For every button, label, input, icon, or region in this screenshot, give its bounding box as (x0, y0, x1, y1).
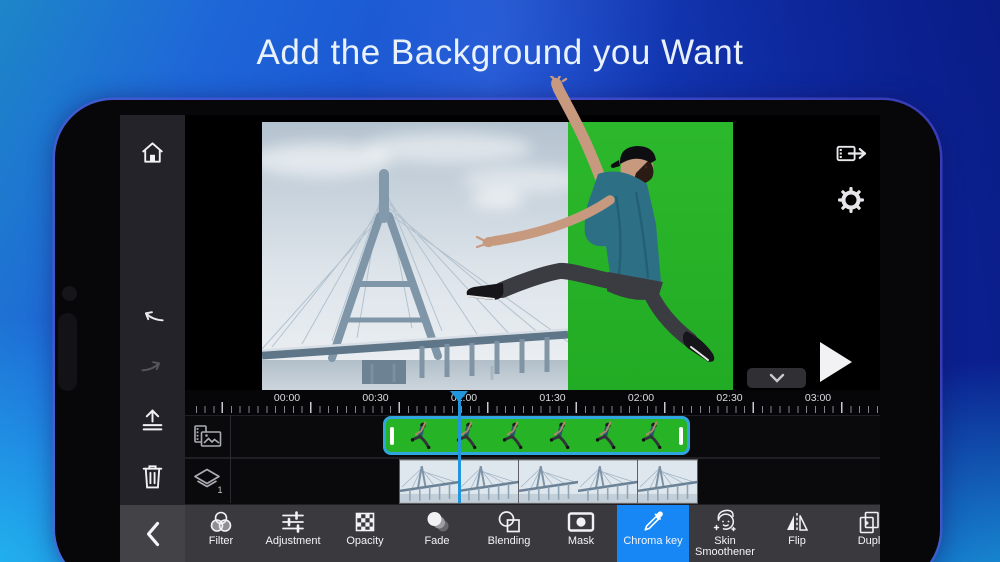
toolbar-item-label: Dupl (858, 536, 880, 547)
back-button[interactable] (120, 505, 185, 562)
green-screen-clip[interactable] (383, 416, 690, 455)
toolbar-item-blending[interactable]: Blending (473, 505, 545, 562)
duplicate-icon (856, 508, 880, 535)
green-screen-region (568, 122, 733, 390)
toolbar-item-flip[interactable]: Flip (761, 505, 833, 562)
media-track-icon[interactable] (185, 416, 230, 457)
flip-icon (784, 508, 810, 535)
bridge-clip[interactable] (400, 460, 697, 503)
toolbar-item-adjustment[interactable]: Adjustment (257, 505, 329, 562)
phone-frame: 00:0000:3001:0001:3002:0002:3003:0003:30… (55, 100, 940, 562)
clip-thumbnail (635, 420, 669, 451)
toolbar-item-label: Flip (788, 536, 806, 547)
export-icon[interactable] (120, 400, 185, 440)
clip-thumbnail (400, 460, 459, 503)
play-button[interactable] (820, 342, 854, 382)
adjustment-icon (280, 508, 306, 535)
playhead-handle[interactable] (450, 391, 468, 402)
clip-thumbnail (519, 460, 578, 503)
toolbar-item-chroma-key[interactable]: Chroma key (617, 505, 689, 562)
bridge-background-image (262, 122, 568, 390)
clip-thumbnail (638, 460, 697, 503)
playhead[interactable] (458, 396, 461, 503)
clip-thumbnail (578, 460, 637, 503)
undo-icon[interactable] (120, 295, 185, 335)
stage: Add the Background you Want (0, 0, 1000, 562)
clip-thumbnail (496, 420, 530, 451)
chevron-left-icon (144, 520, 162, 548)
redo-icon[interactable] (120, 345, 185, 385)
toolbar-item-label: Blending (488, 536, 531, 547)
left-sidebar (120, 115, 185, 505)
video-preview-frame[interactable] (262, 122, 733, 390)
toolbar-item-opacity[interactable]: Opacity (329, 505, 401, 562)
ruler-ticks-major (190, 402, 880, 413)
chevron-down-icon (768, 373, 786, 383)
toolbar-item-label: Chroma key (623, 536, 682, 547)
app-screen: 00:0000:3001:0001:3002:0002:3003:0003:30… (120, 115, 880, 562)
settings-gear-icon[interactable] (827, 179, 875, 221)
skin-smoothener-icon (712, 508, 739, 535)
opacity-icon (353, 508, 377, 535)
clip-thumbnail (589, 420, 623, 451)
track-header-separator (230, 415, 231, 503)
blending-icon (496, 508, 522, 535)
toolbar-item-label: Filter (209, 536, 233, 547)
toolbar-item-label: Fade (424, 536, 449, 547)
toolbar-item-label: Opacity (346, 536, 383, 547)
toolbar-item-skin-smoothener[interactable]: Skin Smoothener (689, 505, 761, 562)
filter-icon (208, 508, 234, 535)
mask-icon (567, 508, 595, 535)
page-title: Add the Background you Want (0, 33, 1000, 73)
toolbar-item-fade[interactable]: Fade (401, 505, 473, 562)
clip-thumbnail (450, 420, 484, 451)
layer-badge: 1 (217, 485, 222, 495)
toolbar-item-label: Skin Smoothener (690, 536, 760, 558)
trash-icon[interactable] (120, 456, 185, 496)
camera-notch-pill (58, 313, 77, 391)
toolbar-item-mask[interactable]: Mask (545, 505, 617, 562)
toolbar-item-duplicate[interactable]: Dupl (833, 505, 880, 562)
toolbar-item-label: Adjustment (265, 536, 320, 547)
produce-icon[interactable] (827, 132, 875, 174)
clip-thumbnail (459, 460, 518, 503)
toolbar-item-filter[interactable]: Filter (185, 505, 257, 562)
toolbar-item-label: Mask (568, 536, 594, 547)
bottom-toolbar: Filter Adjustment Opacity Fade Blending Mask C… (185, 505, 880, 562)
layers-icon[interactable]: 1 (185, 459, 230, 504)
chroma-key-icon (640, 508, 666, 535)
collapse-timeline-button[interactable] (747, 368, 806, 388)
fade-icon (424, 508, 451, 535)
clip-thumbnail (404, 420, 438, 451)
home-icon[interactable] (120, 132, 185, 172)
camera-notch-dot (62, 286, 77, 301)
clip-thumbnail (543, 420, 577, 451)
